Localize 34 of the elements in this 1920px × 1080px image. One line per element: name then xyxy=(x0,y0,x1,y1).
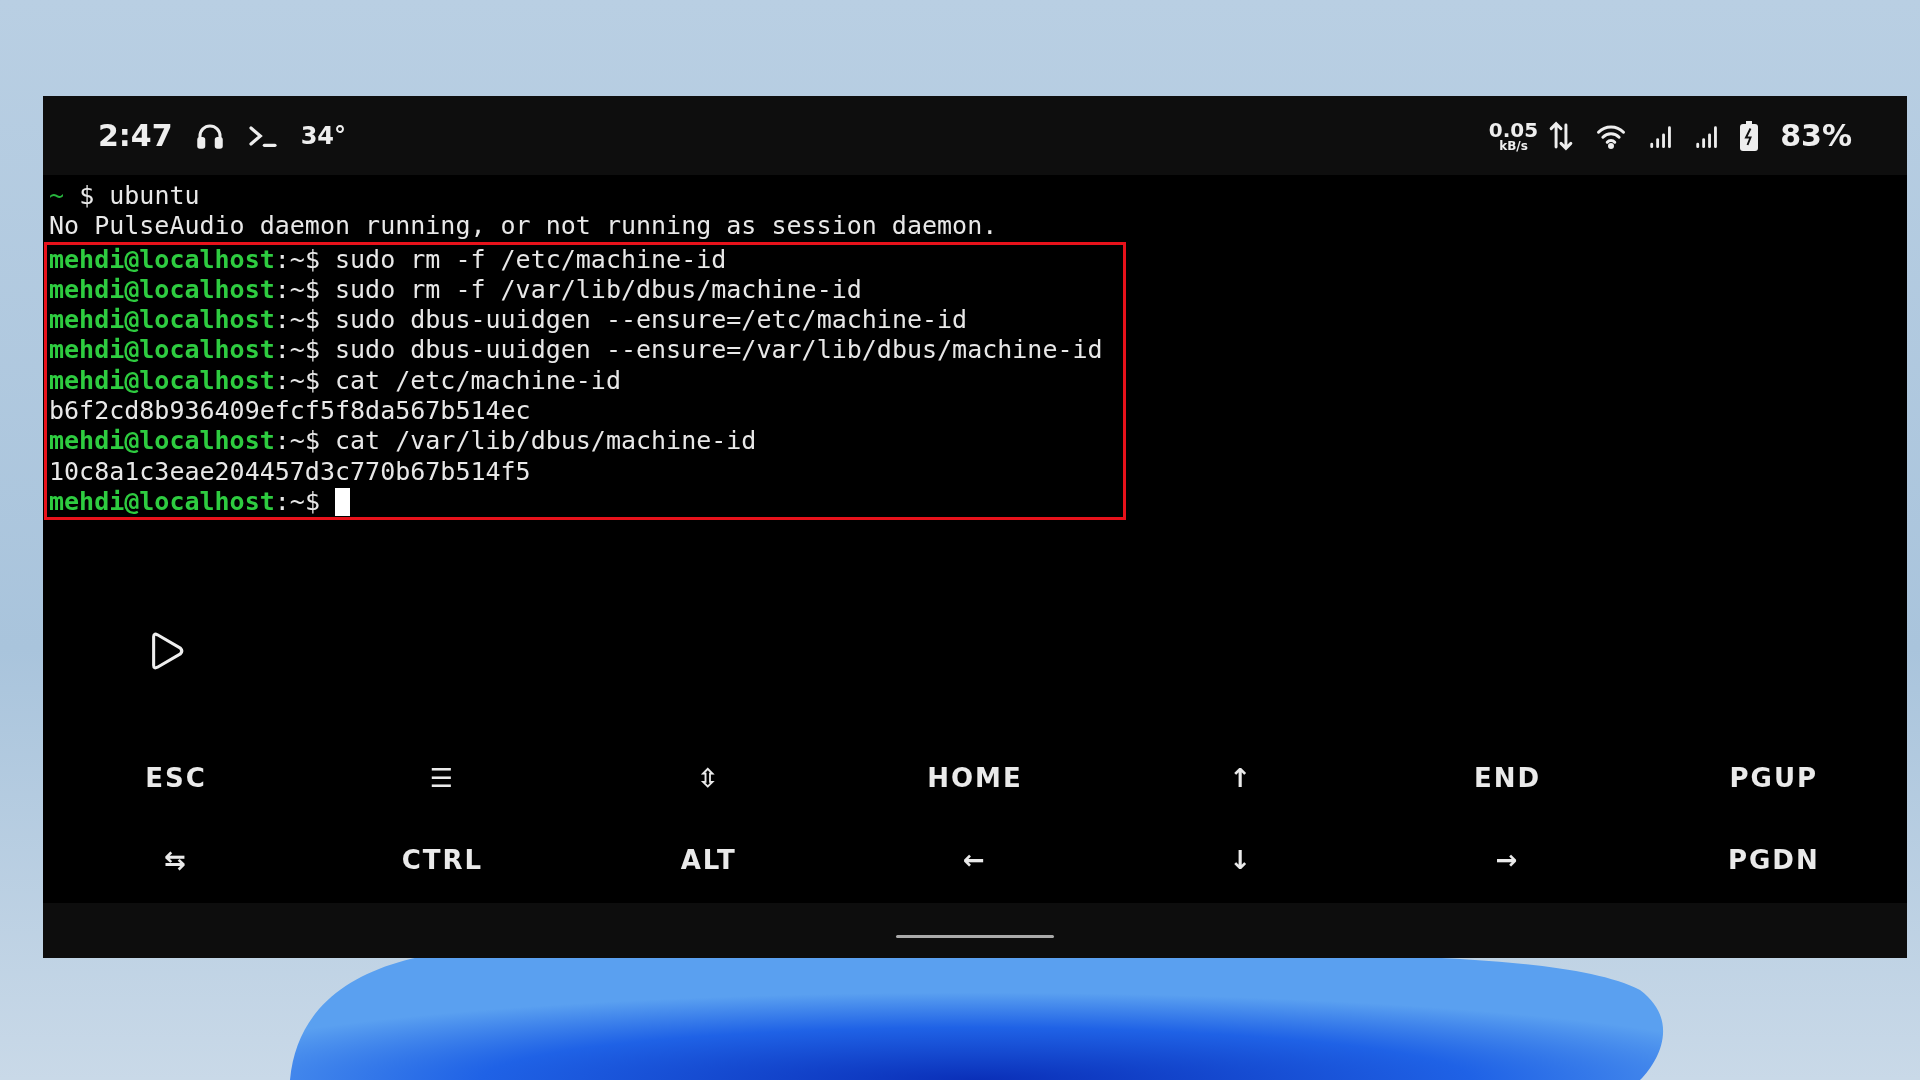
temperature: 34° xyxy=(300,121,347,150)
data-arrows-icon xyxy=(1548,119,1575,152)
network-speed-unit: kB/s xyxy=(1499,139,1528,152)
output-line: No PulseAudio daemon running, or not running as session daemon. xyxy=(49,211,998,242)
output-line: 10c8a1c3eae204457d3c770b67b514f5 xyxy=(49,456,531,487)
command-line: mehdi@localhost:~$ sudo dbus-uuidgen --ensure=/etc/machine-id xyxy=(49,305,968,336)
extra-key[interactable]: ALT xyxy=(670,839,747,881)
home-handle[interactable] xyxy=(896,935,1054,938)
clock: 2:47 xyxy=(98,118,173,153)
extra-key[interactable]: → xyxy=(1485,839,1530,881)
extra-key[interactable]: HOME xyxy=(917,757,1033,799)
extra-key[interactable]: ↑ xyxy=(1219,757,1264,799)
command-line: ~ $ ubuntu xyxy=(49,181,200,212)
extra-key[interactable]: CTRL xyxy=(391,839,494,881)
extra-key[interactable]: PGDN xyxy=(1717,839,1830,881)
command-line: mehdi@localhost:~$ xyxy=(49,486,320,518)
extra-key[interactable]: ☰ xyxy=(419,757,466,799)
command-line: mehdi@localhost:~$ sudo dbus-uuidgen --ensure=/var/lib/dbus/machine-id xyxy=(49,335,1103,366)
command-line: mehdi@localhost:~$ sudo rm -f /etc/machine-id xyxy=(49,244,727,275)
extra-key[interactable]: PGUP xyxy=(1719,757,1829,799)
command-line: mehdi@localhost:~$ cat /etc/machine-id xyxy=(49,365,621,397)
extra-key[interactable]: ESC xyxy=(135,757,217,799)
extra-key[interactable]: ↓ xyxy=(1219,839,1264,881)
battery-icon xyxy=(1740,120,1759,151)
network-speed: 0.05 xyxy=(1488,119,1539,140)
command-line: mehdi@localhost:~$ sudo rm -f /var/lib/dbus/machine-id xyxy=(49,274,862,306)
text-cursor xyxy=(334,488,350,517)
battery-level: 83% xyxy=(1780,118,1852,153)
extra-key[interactable]: ⇳ xyxy=(686,757,731,799)
output-line: b6f2cd8b936409efcf5f8da567b514ec xyxy=(49,396,531,427)
extra-key[interactable]: END xyxy=(1464,757,1552,799)
extra-key[interactable]: ⇆ xyxy=(154,839,199,881)
extra-key[interactable]: ← xyxy=(953,839,997,881)
command-line: mehdi@localhost:~$ cat /var/lib/dbus/machine-id xyxy=(49,426,757,457)
